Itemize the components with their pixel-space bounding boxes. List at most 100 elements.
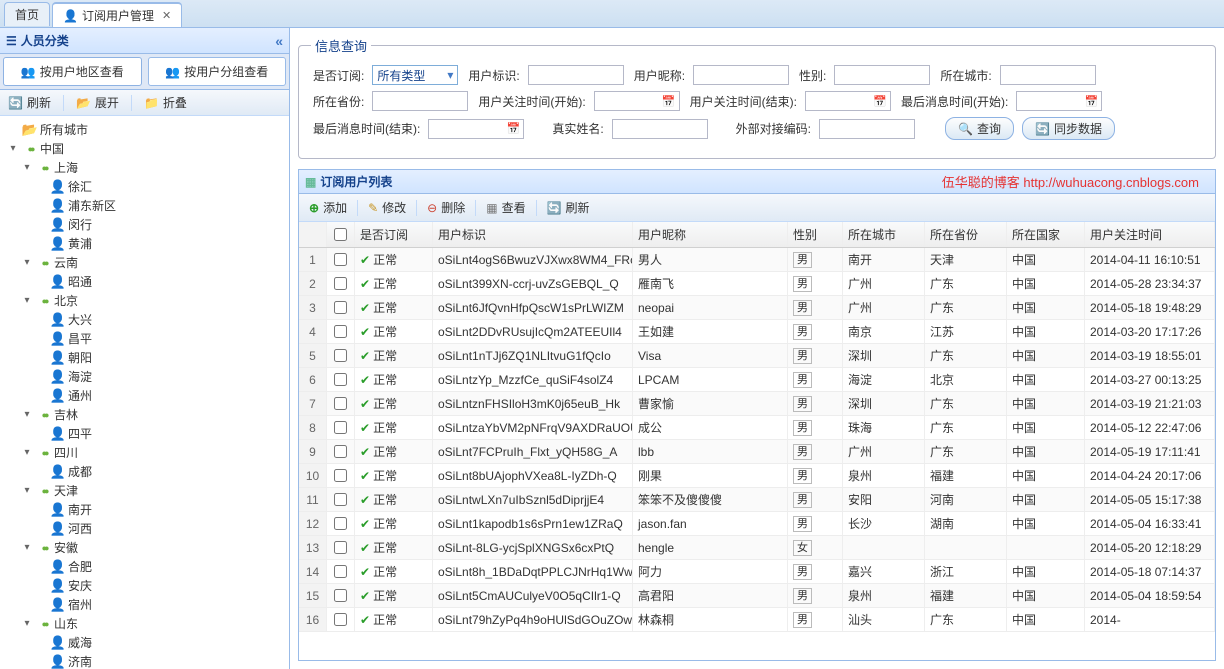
tree-toggle-icon[interactable]: ▾ xyxy=(6,143,20,154)
cell-checkbox[interactable] xyxy=(327,512,355,535)
add-button[interactable]: ⊕添加 xyxy=(303,197,353,218)
tab-close-icon[interactable]: ✕ xyxy=(162,9,171,22)
tree-toggle-icon[interactable]: ▾ xyxy=(20,485,34,496)
input-province[interactable] xyxy=(372,91,468,111)
tree-toggle-icon[interactable]: ▾ xyxy=(20,618,34,629)
subtab-by-area[interactable]: 👥 按用户地区查看 xyxy=(3,57,142,86)
input-user-id[interactable] xyxy=(528,65,624,85)
tab-home[interactable]: 首页 xyxy=(4,2,50,26)
cell-checkbox[interactable] xyxy=(327,536,355,559)
table-row[interactable]: 4✔正常oSiLnt2DDvRUsujIcQm2ATEEUIl4王如建男南京江苏… xyxy=(299,320,1215,344)
tree-node[interactable]: 👤济南 xyxy=(6,652,289,669)
search-button[interactable]: 🔍查询 xyxy=(945,117,1014,140)
table-row[interactable]: 1✔正常oSiLnt4ogS6BwuzVJXwx8WM4_FRc男人男南开天津中… xyxy=(299,248,1215,272)
delete-button[interactable]: ⊖删除 xyxy=(421,197,471,218)
tree-toggle-icon[interactable]: ▾ xyxy=(20,409,34,420)
table-row[interactable]: 9✔正常oSiLnt7FCPruIh_Flxt_yQH58G_Albb男广州广东… xyxy=(299,440,1215,464)
col-province[interactable]: 所在省份 xyxy=(925,222,1007,247)
tree-toggle-icon[interactable]: ▾ xyxy=(20,447,34,458)
table-row[interactable]: 14✔正常oSiLnt8h_1BDaDqtPPLCJNrHq1Ww阿力男嘉兴浙江… xyxy=(299,560,1215,584)
tree-node[interactable]: 👤大兴 xyxy=(6,310,289,329)
table-row[interactable]: 16✔正常oSiLnt79hZyPq4h9oHUlSdGOuZOw林森桐男汕头广… xyxy=(299,608,1215,632)
cell-checkbox[interactable] xyxy=(327,608,355,631)
tree-toggle-icon[interactable]: ▾ xyxy=(20,542,34,553)
cell-checkbox[interactable] xyxy=(327,392,355,415)
cell-checkbox[interactable] xyxy=(327,560,355,583)
tab-subscribers[interactable]: 👤 订阅用户管理 ✕ xyxy=(52,2,182,27)
tree-node[interactable]: 👤合肥 xyxy=(6,557,289,576)
table-row[interactable]: 13✔正常oSiLnt-8LG-ycjSplXNGSx6cxPtQhengle女… xyxy=(299,536,1215,560)
tree-node[interactable]: ▾山东 xyxy=(6,614,289,633)
tree-node[interactable]: 👤朝阳 xyxy=(6,348,289,367)
tree-toggle-icon[interactable]: ▾ xyxy=(20,295,34,306)
cell-checkbox[interactable] xyxy=(327,272,355,295)
tree-node[interactable]: ▾吉林 xyxy=(6,405,289,424)
input-real-name[interactable] xyxy=(612,119,708,139)
cell-checkbox[interactable] xyxy=(327,488,355,511)
tree-node[interactable]: 👤河西 xyxy=(6,519,289,538)
tree-node[interactable]: 👤四平 xyxy=(6,424,289,443)
tree-toggle-icon[interactable]: ▾ xyxy=(20,162,34,173)
tree-node[interactable]: 👤黄浦 xyxy=(6,234,289,253)
tree-node[interactable]: 👤昭通 xyxy=(6,272,289,291)
tree-node[interactable]: 👤徐汇 xyxy=(6,177,289,196)
tree-node[interactable]: 👤安庆 xyxy=(6,576,289,595)
input-nickname[interactable] xyxy=(693,65,789,85)
collapse-left-icon[interactable]: « xyxy=(275,33,283,49)
tree-node[interactable]: ▾四川 xyxy=(6,443,289,462)
tree-node[interactable]: 👤闵行 xyxy=(6,215,289,234)
grid-refresh-button[interactable]: 刷新 xyxy=(541,197,596,218)
table-row[interactable]: 3✔正常oSiLnt6JfQvnHfpQscW1sPrLWIZMneopai男广… xyxy=(299,296,1215,320)
col-city[interactable]: 所在城市 xyxy=(843,222,925,247)
tree-refresh-button[interactable]: 刷新 xyxy=(4,92,55,113)
tree-node[interactable]: 👤通州 xyxy=(6,386,289,405)
tree-node[interactable]: ▾中国 xyxy=(6,139,289,158)
col-nickname[interactable]: 用户昵称 xyxy=(633,222,788,247)
col-is-subscribed[interactable]: 是否订阅 xyxy=(355,222,433,247)
tree-node[interactable]: 👤昌平 xyxy=(6,329,289,348)
cell-checkbox[interactable] xyxy=(327,320,355,343)
table-row[interactable]: 8✔正常oSiLntzaYbVM2pNFrqV9AXDRaUOU成公男珠海广东中… xyxy=(299,416,1215,440)
grid-body[interactable]: 1✔正常oSiLnt4ogS6BwuzVJXwx8WM4_FRc男人男南开天津中… xyxy=(299,248,1215,660)
cell-checkbox[interactable] xyxy=(327,584,355,607)
cell-checkbox[interactable] xyxy=(327,464,355,487)
cell-checkbox[interactable] xyxy=(327,416,355,439)
table-row[interactable]: 10✔正常oSiLnt8bUAjophVXea8L-IyZDh-Q刚果男泉州福建… xyxy=(299,464,1215,488)
input-sex[interactable] xyxy=(834,65,930,85)
tree-node[interactable]: 所有城市 xyxy=(6,120,289,139)
table-row[interactable]: 15✔正常oSiLnt5CmAUCulyeV0O5qCIlr1-Q高君阳男泉州福… xyxy=(299,584,1215,608)
date-lastmsg-end[interactable]: 📅 xyxy=(428,119,524,139)
tree-node[interactable]: 👤南开 xyxy=(6,500,289,519)
tree-node[interactable]: 👤海淀 xyxy=(6,367,289,386)
col-sex[interactable]: 性别 xyxy=(788,222,843,247)
date-focus-end[interactable]: 📅 xyxy=(805,91,891,111)
tree-node[interactable]: 👤威海 xyxy=(6,633,289,652)
city-tree[interactable]: 所有城市▾中国▾上海👤徐汇👤浦东新区👤闵行👤黄浦▾云南👤昭通▾北京👤大兴👤昌平👤… xyxy=(0,116,289,669)
view-button[interactable]: ▦查看 xyxy=(480,197,531,218)
table-row[interactable]: 11✔正常oSiLntwLXn7uIbSznl5dDiprjjE4笨笨不及傻傻傻… xyxy=(299,488,1215,512)
input-city[interactable] xyxy=(1000,65,1096,85)
edit-button[interactable]: ✎修改 xyxy=(362,197,412,218)
cell-checkbox[interactable] xyxy=(327,344,355,367)
tree-toggle-icon[interactable]: ▾ xyxy=(20,257,34,268)
tree-collapse-button[interactable]: 折叠 xyxy=(140,92,191,113)
table-row[interactable]: 12✔正常oSiLnt1kapodb1s6sPrn1ew1ZRaQjason.f… xyxy=(299,512,1215,536)
tree-expand-button[interactable]: 展开 xyxy=(72,92,123,113)
tree-node[interactable]: ▾云南 xyxy=(6,253,289,272)
col-focus-time[interactable]: 用户关注时间 xyxy=(1085,222,1215,247)
col-user-id[interactable]: 用户标识 xyxy=(433,222,633,247)
tree-node[interactable]: 👤成都 xyxy=(6,462,289,481)
date-lastmsg-start[interactable]: 📅 xyxy=(1016,91,1102,111)
select-is-subscribed[interactable]: 所有类型▾ xyxy=(372,65,458,85)
tree-node[interactable]: ▾天津 xyxy=(6,481,289,500)
col-checkbox-all[interactable] xyxy=(327,222,355,247)
input-ext-code[interactable] xyxy=(819,119,915,139)
cell-checkbox[interactable] xyxy=(327,440,355,463)
table-row[interactable]: 7✔正常oSiLntznFHSIloH3mK0j65euB_Hk曹家愉男深圳广东… xyxy=(299,392,1215,416)
tree-node[interactable]: 👤浦东新区 xyxy=(6,196,289,215)
cell-checkbox[interactable] xyxy=(327,296,355,319)
cell-checkbox[interactable] xyxy=(327,368,355,391)
table-row[interactable]: 2✔正常oSiLnt399XN-ccrj-uvZsGEBQL_Q雁南飞男广州广东… xyxy=(299,272,1215,296)
tree-node[interactable]: ▾上海 xyxy=(6,158,289,177)
subtab-by-group[interactable]: 👥 按用户分组查看 xyxy=(148,57,287,86)
